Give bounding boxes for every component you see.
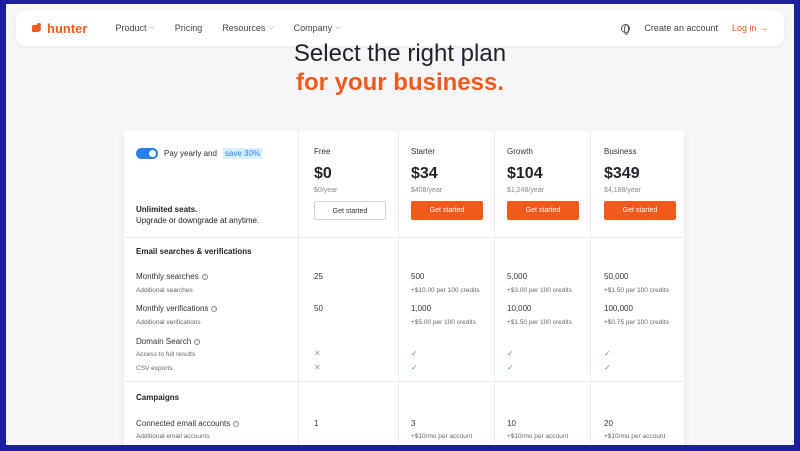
plan-name: Growth (507, 147, 533, 156)
info-icon[interactable]: ? (233, 420, 240, 427)
check-icon: ✓ (507, 363, 514, 372)
hero-subtitle: for your business. (295, 69, 505, 96)
check-icon: ✓ (507, 349, 514, 358)
nav-item-label: Company (293, 23, 333, 33)
plan-growth: Growth $104 $1,248/year Get started (507, 147, 603, 220)
get-started-starter-button[interactable]: Get started (411, 201, 483, 220)
get-started-business-button[interactable]: Get started (604, 201, 676, 220)
row-label-text: Connected email accounts (136, 419, 231, 428)
check-icon: ✓ (604, 363, 611, 372)
brand-name: hunter (47, 20, 88, 36)
get-started-growth-button[interactable]: Get started (507, 201, 579, 220)
cell-subvalue: +$10/mo per account (411, 433, 473, 440)
row-label-text: Domain Search (136, 337, 192, 346)
cell-value: 25 (314, 272, 323, 281)
cell-subvalue: +$10.00 per 100 credits (411, 287, 480, 294)
row-label-text: Monthly searches (136, 272, 199, 281)
globe-icon[interactable] (621, 23, 631, 35)
plan-name: Business (604, 147, 637, 156)
page: hunter Product ⌵ Pricing Resources ⌵ Com… (6, 4, 794, 445)
plan-yearly-price: $0/year (314, 187, 338, 194)
save-badge: save 30% (222, 148, 263, 159)
login-link[interactable]: Log in → (732, 23, 768, 33)
row-sub-full-results: Access to full results (136, 351, 196, 358)
row-label-text: Monthly verifications (136, 304, 209, 313)
chevron-down-icon: ⌵ (149, 24, 155, 31)
pricing-table: Pay yearly and save 30% Unlimited seats.… (124, 131, 684, 445)
cell-value: 10,000 (507, 304, 532, 313)
get-started-free-button[interactable]: Get started (314, 201, 386, 220)
nav-item-label: Pricing (174, 23, 203, 33)
nav-item-label: Resources (222, 23, 266, 33)
plan-price: $104 (507, 165, 543, 182)
row-divider (124, 237, 684, 238)
column-divider (298, 131, 299, 445)
row-sub-additional-searches: Additional searches (136, 287, 193, 294)
plan-name: Starter (411, 147, 436, 156)
cell-value: 1,000 (411, 304, 432, 313)
cell-value: 100,000 (604, 304, 633, 313)
plan-name: Free (314, 147, 331, 156)
unlimited-title: Unlimited seats. (136, 205, 198, 214)
cross-icon: ✕ (314, 349, 321, 358)
chevron-down-icon: ⌵ (268, 24, 274, 31)
section-title-email: Email searches & verifications (136, 247, 252, 256)
plan-price: $0 (314, 165, 332, 182)
cell-value: 50,000 (604, 272, 629, 281)
hero-title: Select the right plan (293, 40, 507, 67)
section-title-campaigns: Campaigns (136, 393, 180, 402)
cell-subvalue: +$10/mo per account (507, 433, 569, 440)
nav-item-resources[interactable]: Resources ⌵ (222, 23, 273, 33)
info-icon[interactable]: ? (194, 338, 201, 345)
nav-item-product[interactable]: Product ⌵ (115, 23, 154, 33)
cell-subvalue: +$10/mo per account (604, 433, 666, 440)
plan-starter: Starter $34 $408/year Get started (411, 147, 507, 220)
nav-item-label: Product (115, 23, 147, 33)
check-icon: ✓ (604, 349, 611, 358)
plan-yearly-price: $408/year (411, 187, 443, 194)
plan-price: $34 (411, 165, 438, 182)
unlimited-sub: Upgrade or downgrade at anytime. (136, 216, 260, 225)
unlimited-seats-note: Unlimited seats. Upgrade or downgrade at… (136, 204, 259, 226)
cell-value: 20 (604, 419, 613, 428)
cell-value: 5,000 (507, 272, 528, 281)
hunter-logo-icon (32, 23, 43, 33)
nav-item-pricing[interactable]: Pricing (175, 23, 203, 33)
pay-yearly-toggle[interactable] (136, 148, 158, 159)
cell-subvalue: +$0.75 per 100 credits (604, 319, 669, 326)
plan-free: Free $0 $0/year Get started (314, 147, 410, 220)
row-sub-csv-exports: CSV exports (136, 365, 173, 372)
row-label-connected-accounts: Connected email accounts ? (136, 419, 240, 428)
info-icon[interactable]: ? (201, 273, 208, 280)
info-icon[interactable]: ? (211, 305, 218, 312)
cell-value: 50 (314, 304, 323, 313)
cross-icon: ✕ (314, 363, 321, 372)
row-divider (124, 381, 684, 382)
cell-subvalue: +$5.00 per 100 credits (411, 319, 476, 326)
row-sub-additional-verifications: Additional verifications (136, 319, 201, 326)
plan-yearly-price: $4,188/year (604, 187, 641, 194)
cell-value: 1 (314, 419, 319, 428)
toggle-label: Pay yearly and (164, 149, 217, 158)
brand-logo[interactable]: hunter (32, 21, 87, 36)
row-sub-additional-accounts: Additional email accounts (136, 433, 210, 440)
row-label-monthly-verifications: Monthly verifications ? (136, 304, 218, 313)
cell-value: 3 (411, 419, 416, 428)
row-label-monthly-searches: Monthly searches ? (136, 272, 208, 281)
cell-subvalue: +$3.00 per 100 credits (507, 287, 572, 294)
cell-subvalue: +$1.50 per 100 credits (604, 287, 669, 294)
row-label-domain-search: Domain Search ? (136, 337, 201, 346)
cell-value: 10 (507, 419, 516, 428)
plan-yearly-price: $1,248/year (507, 187, 544, 194)
billing-toggle-row: Pay yearly and save 30% (136, 148, 263, 159)
cell-subvalue: +$1.50 per 100 credits (507, 319, 572, 326)
nav-item-company[interactable]: Company ⌵ (294, 23, 341, 33)
check-icon: ✓ (411, 363, 418, 372)
plan-price: $349 (604, 165, 640, 182)
plan-business: Business $349 $4,188/year Get started (604, 147, 700, 220)
create-account-link[interactable]: Create an account (644, 23, 718, 33)
chevron-down-icon: ⌵ (335, 24, 341, 31)
check-icon: ✓ (411, 349, 418, 358)
cell-value: 500 (411, 272, 425, 281)
